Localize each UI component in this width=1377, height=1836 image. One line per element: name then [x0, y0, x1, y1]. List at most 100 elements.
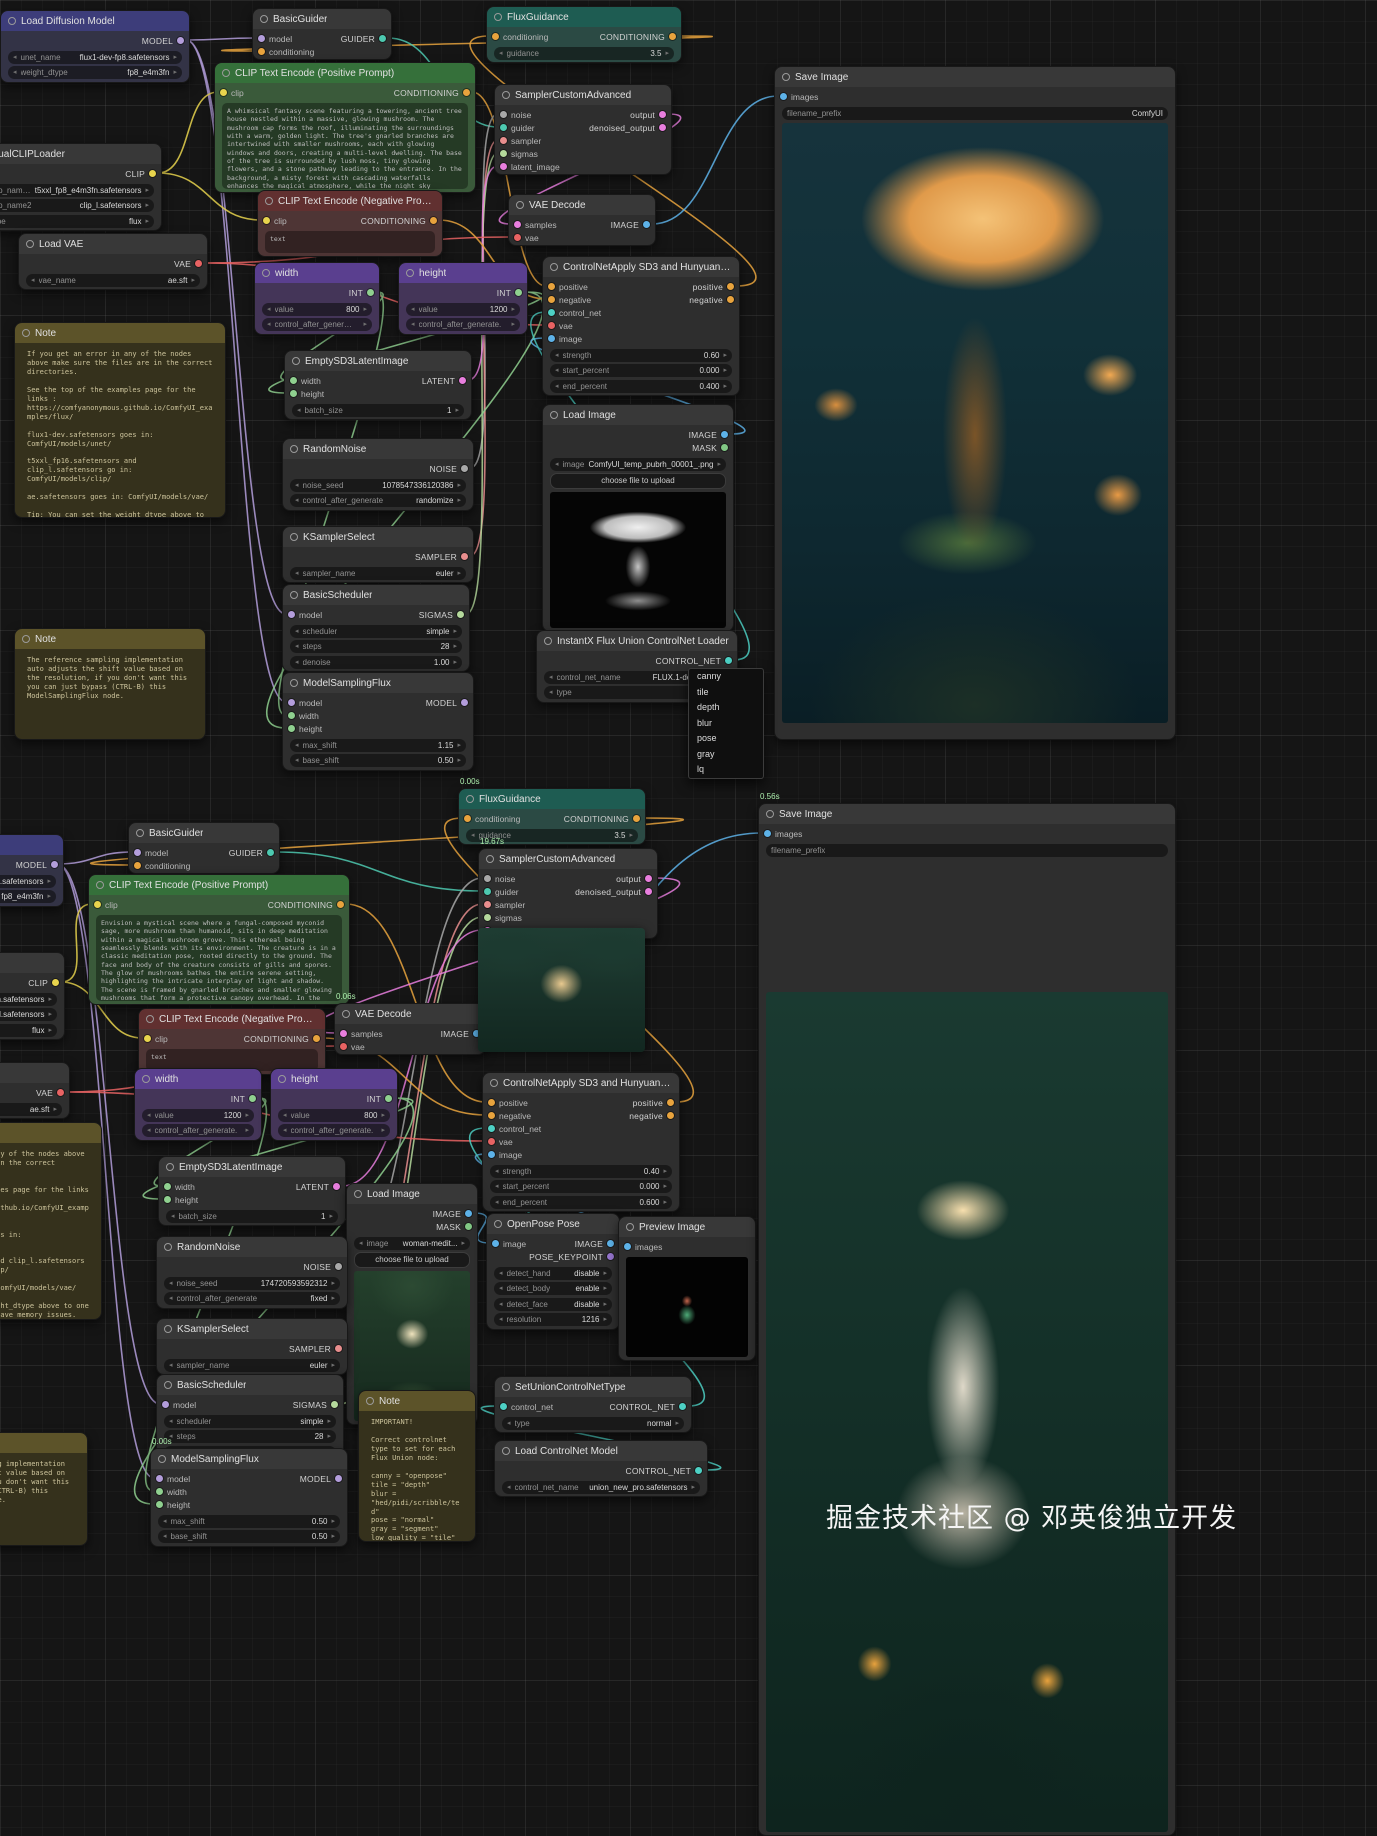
increment-arrow[interactable]: ▸ — [603, 1313, 607, 1326]
decrement-arrow[interactable]: ◂ — [555, 458, 559, 471]
collapse-icon[interactable] — [290, 679, 298, 687]
input-slot-images[interactable] — [764, 830, 771, 837]
upload-button[interactable]: choose file to upload — [354, 1252, 470, 1268]
unet_name-widget[interactable]: ◂unet_nameflux1-dev-fp8.safetensors▸ — [0, 875, 56, 888]
node-ksampler-select-2-header[interactable]: KSamplerSelect — [157, 1319, 347, 1339]
increment-arrow[interactable]: ▸ — [603, 1298, 607, 1311]
output-slot-SAMPLER[interactable] — [335, 1345, 342, 1352]
output-slot-IMAGE[interactable] — [607, 1240, 614, 1247]
node-vae-decode-2[interactable]: VAE DecodesamplesIMAGEvae — [334, 1003, 486, 1055]
node-load-vae-2[interactable]: Load VAEVAE◂vae_nameae.sft▸ — [0, 1062, 70, 1119]
decrement-arrow[interactable]: ◂ — [499, 47, 503, 60]
output-slot-CONDITIONING[interactable] — [463, 89, 470, 96]
node-controlnet-apply-1[interactable]: ControlNetApply SD3 and HunyuanDiTpositi… — [542, 256, 740, 396]
output-slot-CONDITIONING[interactable] — [669, 33, 676, 40]
output-slot-denoised_output[interactable] — [659, 124, 666, 131]
clip_name1-widget[interactable]: ◂clip_name1t5xxl_fp8_e4m3fn.safetensors▸ — [0, 184, 154, 197]
collapse-icon[interactable] — [262, 269, 270, 277]
input-slot-clip[interactable] — [263, 217, 270, 224]
decrement-arrow[interactable]: ◂ — [169, 1415, 173, 1428]
node-save-image-1[interactable]: Save Imageimagesfilename_prefixComfyUI — [774, 66, 1176, 740]
node-vae-decode-header[interactable]: VAE Decode — [509, 195, 655, 215]
output-slot-MODEL[interactable] — [177, 37, 184, 44]
node-load-diffusion-model-2[interactable]: Load Diffusion ModelMODEL◂unet_nameflux1… — [0, 834, 64, 907]
node-load-controlnet-model[interactable]: Load ControlNet ModelCONTROL_NET◂control… — [494, 1440, 708, 1497]
node-dual-clip-loader[interactable]: DualCLIPLoaderCLIP◂clip_name1t5xxl_fp8_e… — [0, 143, 162, 231]
increment-arrow[interactable]: ▸ — [47, 875, 51, 888]
output-slot-CONDITIONING[interactable] — [633, 815, 640, 822]
increment-arrow[interactable]: ▸ — [663, 1180, 667, 1193]
output-slot-INT[interactable] — [367, 289, 374, 296]
decrement-arrow[interactable]: ◂ — [297, 404, 301, 417]
input-slot-vae[interactable] — [514, 234, 521, 241]
increment-arrow[interactable]: ▸ — [457, 754, 461, 767]
increment-arrow[interactable]: ▸ — [723, 364, 727, 377]
node-sampler-custom-advanced-2[interactable]: SamplerCustomAdvancednoiseoutputguiderde… — [478, 848, 658, 939]
node-preview-image[interactable]: Preview Imageimages — [618, 1216, 756, 1361]
node-load-vae-header[interactable]: Load VAE — [19, 234, 207, 254]
input-slot-width[interactable] — [164, 1183, 171, 1190]
image-widget[interactable]: ◂imagewoman-medit...▸ — [354, 1237, 470, 1250]
input-slot-model[interactable] — [156, 1475, 163, 1482]
decrement-arrow[interactable]: ◂ — [295, 656, 299, 669]
collapse-icon[interactable] — [290, 533, 298, 541]
node-clip-text-encode-positive-2-header[interactable]: CLIP Text Encode (Positive Prompt) — [89, 875, 349, 895]
node-random-noise-2[interactable]: RandomNoiseNOISE◂noise_seed1747205935923… — [156, 1236, 348, 1309]
output-slot-CLIP[interactable] — [52, 979, 59, 986]
end_percent-widget[interactable]: ◂end_percent0.600▸ — [490, 1196, 672, 1209]
increment-arrow[interactable]: ▸ — [663, 1196, 667, 1209]
node-save-image-2-header[interactable]: Save Image — [759, 804, 1175, 824]
text-widget[interactable]: IMPORTANT! Correct controlnet type to se… — [366, 1414, 468, 1542]
node-controlnet-apply-1-header[interactable]: ControlNetApply SD3 and HunyuanDiT — [543, 257, 739, 277]
decrement-arrow[interactable]: ◂ — [13, 66, 17, 79]
decrement-arrow[interactable]: ◂ — [359, 1237, 363, 1250]
image-widget[interactable]: ◂imageComfyUI_temp_pubrh_00001_.png▸ — [550, 458, 726, 471]
node-clip-text-encode-negative-2-header[interactable]: CLIP Text Encode (Negative Prompt) — [139, 1009, 325, 1029]
type-widget[interactable]: ◂typeflux▸ — [0, 215, 154, 228]
noise_seed-widget[interactable]: ◂noise_seed1078547336120386▸ — [290, 479, 466, 492]
decrement-arrow[interactable]: ◂ — [169, 1277, 173, 1290]
filename_prefix-widget[interactable]: filename_prefix — [766, 844, 1168, 857]
node-empty-sd3-latent-2[interactable]: EmptySD3LatentImagewidthLATENTheight◂bat… — [158, 1156, 346, 1226]
collapse-icon[interactable] — [502, 1447, 510, 1455]
collapse-icon[interactable] — [486, 855, 494, 863]
input-slot-height[interactable] — [164, 1196, 171, 1203]
decrement-arrow[interactable]: ◂ — [171, 1210, 175, 1223]
collapse-icon[interactable] — [142, 1075, 150, 1083]
input-slot-model[interactable] — [162, 1401, 169, 1408]
node-openpose-pose-header[interactable]: OpenPose Pose — [487, 1214, 619, 1234]
output-slot-CONDITIONING[interactable] — [337, 901, 344, 908]
text-widget[interactable]: The reference sampling implementation au… — [22, 652, 198, 705]
collapse-icon[interactable] — [502, 1383, 510, 1391]
text-widget[interactable]: If you get an error in any of the nodes … — [0, 1146, 94, 1320]
node-note-controlnet-types-header[interactable]: Note — [359, 1391, 475, 1411]
decrement-arrow[interactable]: ◂ — [549, 671, 553, 684]
increment-arrow[interactable]: ▸ — [675, 1417, 679, 1430]
collapse-icon[interactable] — [354, 1190, 362, 1198]
node-dual-clip-loader-header[interactable]: DualCLIPLoader — [0, 144, 161, 164]
node-load-diffusion-model-2-header[interactable]: Load Diffusion Model — [0, 835, 63, 855]
input-slot-sigmas[interactable] — [484, 914, 491, 921]
input-slot-height[interactable] — [288, 725, 295, 732]
max_shift-widget[interactable]: ◂max_shift1.15▸ — [290, 739, 466, 752]
increment-arrow[interactable]: ▸ — [723, 380, 727, 393]
input-slot-image[interactable] — [548, 335, 555, 342]
increment-arrow[interactable]: ▸ — [327, 1415, 331, 1428]
collapse-icon[interactable] — [278, 1075, 286, 1083]
node-basic-guider-header[interactable]: BasicGuider — [253, 9, 391, 29]
control_after_generate-widget[interactable]: ◂control_after_generatefixed▸ — [164, 1292, 340, 1305]
text-widget[interactable]: Envision a mystical scene where a fungal… — [96, 915, 342, 1001]
node-sampler-custom-advanced[interactable]: SamplerCustomAdvancednoiseoutputguiderde… — [494, 84, 672, 175]
node-basic-scheduler-1-header[interactable]: BasicScheduler — [283, 585, 469, 605]
node-load-controlnet-model-header[interactable]: Load ControlNet Model — [495, 1441, 707, 1461]
batch_size-widget[interactable]: ◂batch_size1▸ — [292, 404, 464, 417]
input-slot-noise[interactable] — [484, 875, 491, 882]
collapse-icon[interactable] — [516, 201, 524, 209]
scheduler-widget[interactable]: ◂schedulersimple▸ — [164, 1415, 336, 1428]
input-slot-control_net[interactable] — [488, 1125, 495, 1132]
decrement-arrow[interactable]: ◂ — [499, 1267, 503, 1280]
node-load-image-1-header[interactable]: Load Image — [543, 405, 733, 425]
input-slot-model[interactable] — [288, 611, 295, 618]
increment-arrow[interactable]: ▸ — [457, 494, 461, 507]
input-slot-conditioning[interactable] — [464, 815, 471, 822]
